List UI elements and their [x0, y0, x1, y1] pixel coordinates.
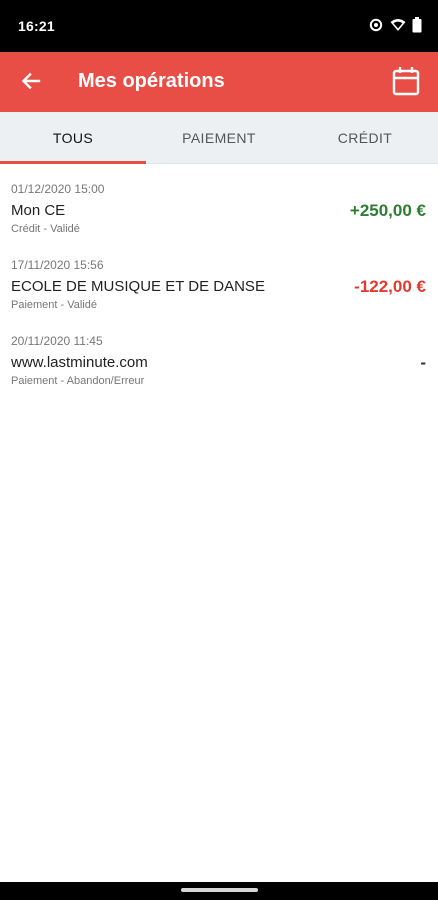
- status-icons: [368, 17, 422, 33]
- list-item[interactable]: 17/11/2020 15:56 ECOLE DE MUSIQUE ET DE …: [0, 240, 438, 316]
- calendar-icon: [392, 66, 420, 101]
- wifi-icon: [390, 18, 406, 32]
- page-title: Mes opérations: [78, 70, 225, 92]
- operation-date: 20/11/2020 11:45: [11, 334, 103, 348]
- list-item[interactable]: 20/11/2020 11:45 www.lastminute.com Paie…: [0, 316, 438, 392]
- eye-icon: [368, 18, 384, 32]
- list-item[interactable]: 01/12/2020 15:00 Mon CE Crédit - Validé …: [0, 164, 438, 240]
- operation-name: ECOLE DE MUSIQUE ET DE DANSE: [11, 278, 265, 295]
- calendar-button[interactable]: [390, 66, 422, 100]
- status-time: 16:21: [18, 18, 55, 34]
- tab-bar: TOUS PAIEMENT CRÉDIT: [0, 112, 438, 164]
- home-handle[interactable]: [181, 888, 258, 892]
- operation-amount: +250,00 €: [349, 201, 426, 220]
- operation-date: 01/12/2020 15:00: [11, 182, 105, 196]
- operation-date: 17/11/2020 15:56: [11, 258, 104, 272]
- operation-status: Crédit - Validé: [11, 223, 80, 235]
- back-button[interactable]: [14, 66, 48, 100]
- operation-amount: -122,00 €: [354, 277, 426, 296]
- operation-name: Mon CE: [11, 202, 66, 219]
- status-bar: 16:21: [0, 0, 438, 52]
- operation-name: www.lastminute.com: [11, 354, 148, 371]
- app-bar: Mes opérations: [0, 52, 438, 112]
- battery-icon: [412, 17, 422, 33]
- navigation-bar: [0, 882, 438, 900]
- tab-tous[interactable]: TOUS: [0, 112, 146, 164]
- operation-status: Paiement - Abandon/Erreur: [11, 375, 145, 387]
- arrow-left-icon: [21, 71, 41, 96]
- operations-list: 01/12/2020 15:00 Mon CE Crédit - Validé …: [0, 164, 438, 392]
- operation-amount: -: [420, 353, 426, 372]
- tab-paiement[interactable]: PAIEMENT: [146, 112, 292, 163]
- operation-status: Paiement - Validé: [11, 299, 98, 311]
- tab-credit[interactable]: CRÉDIT: [292, 112, 438, 163]
